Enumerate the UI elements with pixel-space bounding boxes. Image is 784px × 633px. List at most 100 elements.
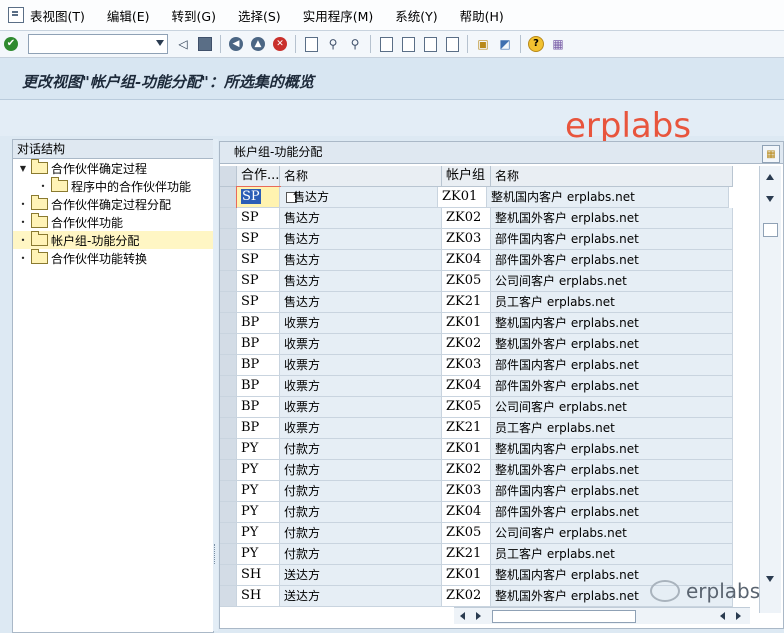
menu-item-1[interactable]: 编辑(E) (107, 6, 150, 25)
column-header-account-group[interactable]: 帐户组 (442, 166, 491, 187)
tree-item[interactable]: • 合作伙伴确定过程分配 (13, 195, 213, 213)
row-selector[interactable] (220, 250, 237, 271)
vertical-scroll-thumb[interactable] (763, 223, 778, 237)
menu-item-3[interactable]: 选择(S) (238, 6, 281, 25)
expand-arrow-icon[interactable]: ▼ (15, 164, 31, 173)
back-triangle-button[interactable]: ◁ (174, 35, 192, 53)
first-page-button[interactable] (377, 35, 395, 53)
column-header-group-name[interactable]: 名称 (491, 166, 733, 187)
command-field[interactable] (28, 34, 168, 54)
row-selector[interactable] (220, 292, 237, 313)
column-settings-button[interactable]: ▦ (762, 145, 780, 163)
panel-splitter[interactable] (213, 139, 218, 631)
partner-function-cell[interactable]: SH (237, 586, 280, 607)
menu-item-4[interactable]: 实用程序(M) (303, 6, 374, 25)
print-button[interactable] (302, 35, 320, 53)
row-selector[interactable] (220, 334, 237, 355)
help-icon: ? (528, 36, 544, 52)
row-selector[interactable] (220, 523, 237, 544)
table-title: 帐户组-功能分配 (220, 142, 783, 164)
partner-function-cell[interactable]: PY (237, 544, 280, 565)
find-next-button[interactable]: ⚲ (346, 35, 364, 53)
row-selector[interactable] (220, 187, 237, 208)
row-selector[interactable] (220, 355, 237, 376)
toolbar-separator (520, 35, 521, 53)
row-selector[interactable] (220, 271, 237, 292)
horizontal-scroll-thumb[interactable] (492, 610, 636, 623)
scroll-left-icon[interactable] (460, 612, 465, 620)
column-header-partner-function[interactable]: 合作... (237, 166, 280, 187)
tree-item[interactable]: ▼ 合作伙伴确定过程 (13, 159, 213, 177)
partner-function-cell[interactable]: PY (237, 439, 280, 460)
tree-item[interactable]: • 合作伙伴功能转换 (13, 249, 213, 267)
menu-item-2[interactable]: 转到(G) (172, 6, 216, 25)
new-session-button[interactable]: ▣ (474, 35, 492, 53)
partner-function-cell[interactable]: BP (237, 313, 280, 334)
row-selector[interactable] (220, 229, 237, 250)
vertical-scrollbar[interactable] (759, 166, 781, 613)
partner-function-cell[interactable]: SP (237, 208, 280, 229)
scroll-left-icon[interactable] (720, 612, 725, 620)
layout-menu-button[interactable]: ▦ (549, 35, 567, 53)
partner-function-cell[interactable]: SP (237, 271, 280, 292)
shortcut-button[interactable]: ◩ (496, 35, 514, 53)
partner-function-cell[interactable]: PY (237, 523, 280, 544)
partner-function-cell[interactable]: PY (237, 502, 280, 523)
partner-function-cell[interactable]: BP (237, 397, 280, 418)
tree-item[interactable]: • 合作伙伴功能 (13, 213, 213, 231)
row-selector[interactable] (220, 397, 237, 418)
row-selector[interactable] (220, 502, 237, 523)
enter-button[interactable]: ✔ (2, 35, 20, 53)
partner-function-cell[interactable]: BP (237, 376, 280, 397)
exit-button[interactable]: ▲ (249, 35, 267, 53)
horizontal-scrollbar[interactable] (454, 607, 750, 624)
menu-item-6[interactable]: 帮助(H) (460, 6, 504, 25)
help-button[interactable]: ? (527, 35, 545, 53)
partner-function-cell[interactable]: BP (237, 355, 280, 376)
chevron-down-icon[interactable] (156, 40, 164, 46)
row-selector[interactable] (220, 439, 237, 460)
row-selector[interactable] (220, 544, 237, 565)
system-menu-icon[interactable] (8, 7, 24, 23)
tree-item-label: 帐户组-功能分配 (51, 233, 140, 248)
menu-item-5[interactable]: 系统(Y) (395, 6, 437, 25)
scroll-up-icon[interactable] (766, 174, 774, 180)
scroll-down-icon[interactable] (766, 576, 774, 582)
selected-cell-text[interactable]: SP (241, 189, 261, 204)
tree-item[interactable]: • 程序中的合作伙伴功能 (13, 177, 213, 195)
partner-function-cell[interactable]: BP (237, 334, 280, 355)
last-page-button[interactable] (443, 35, 461, 53)
menu-item-0[interactable]: 表视图(T) (30, 6, 85, 25)
column-header-function-name[interactable]: 名称 (280, 166, 442, 187)
group-name-cell: 部件国外客户 erplabs.net (491, 250, 733, 271)
row-selector[interactable] (220, 565, 237, 586)
save-button[interactable] (196, 35, 214, 53)
partner-function-cell[interactable]: BP (237, 418, 280, 439)
select-all-cell[interactable] (220, 166, 237, 187)
partner-function-cell[interactable]: SH (237, 565, 280, 586)
splitter-grip[interactable] (214, 544, 217, 564)
cancel-button[interactable]: ✕ (271, 35, 289, 53)
partner-function-cell[interactable]: PY (237, 460, 280, 481)
partner-function-cell[interactable]: SP (237, 250, 280, 271)
row-selector[interactable] (220, 208, 237, 229)
partner-function-cell[interactable]: PY (237, 481, 280, 502)
partner-function-cell[interactable]: SP (237, 229, 280, 250)
scroll-right-icon[interactable] (476, 612, 481, 620)
function-name-cell: 售达方 (280, 250, 442, 271)
row-selector[interactable] (220, 586, 237, 607)
previous-page-button[interactable] (399, 35, 417, 53)
scroll-down-icon[interactable] (766, 196, 774, 202)
partner-function-cell[interactable]: SP (237, 292, 280, 313)
tree-item[interactable]: • 帐户组-功能分配 (13, 231, 213, 249)
row-selector[interactable] (220, 313, 237, 334)
partner-function-cell[interactable]: SP (236, 186, 281, 209)
back-button[interactable]: ◀ (227, 35, 245, 53)
row-selector[interactable] (220, 460, 237, 481)
scroll-right-icon[interactable] (736, 612, 741, 620)
row-selector[interactable] (220, 481, 237, 502)
find-button[interactable]: ⚲ (324, 35, 342, 53)
row-selector[interactable] (220, 418, 237, 439)
row-selector[interactable] (220, 376, 237, 397)
next-page-button[interactable] (421, 35, 439, 53)
